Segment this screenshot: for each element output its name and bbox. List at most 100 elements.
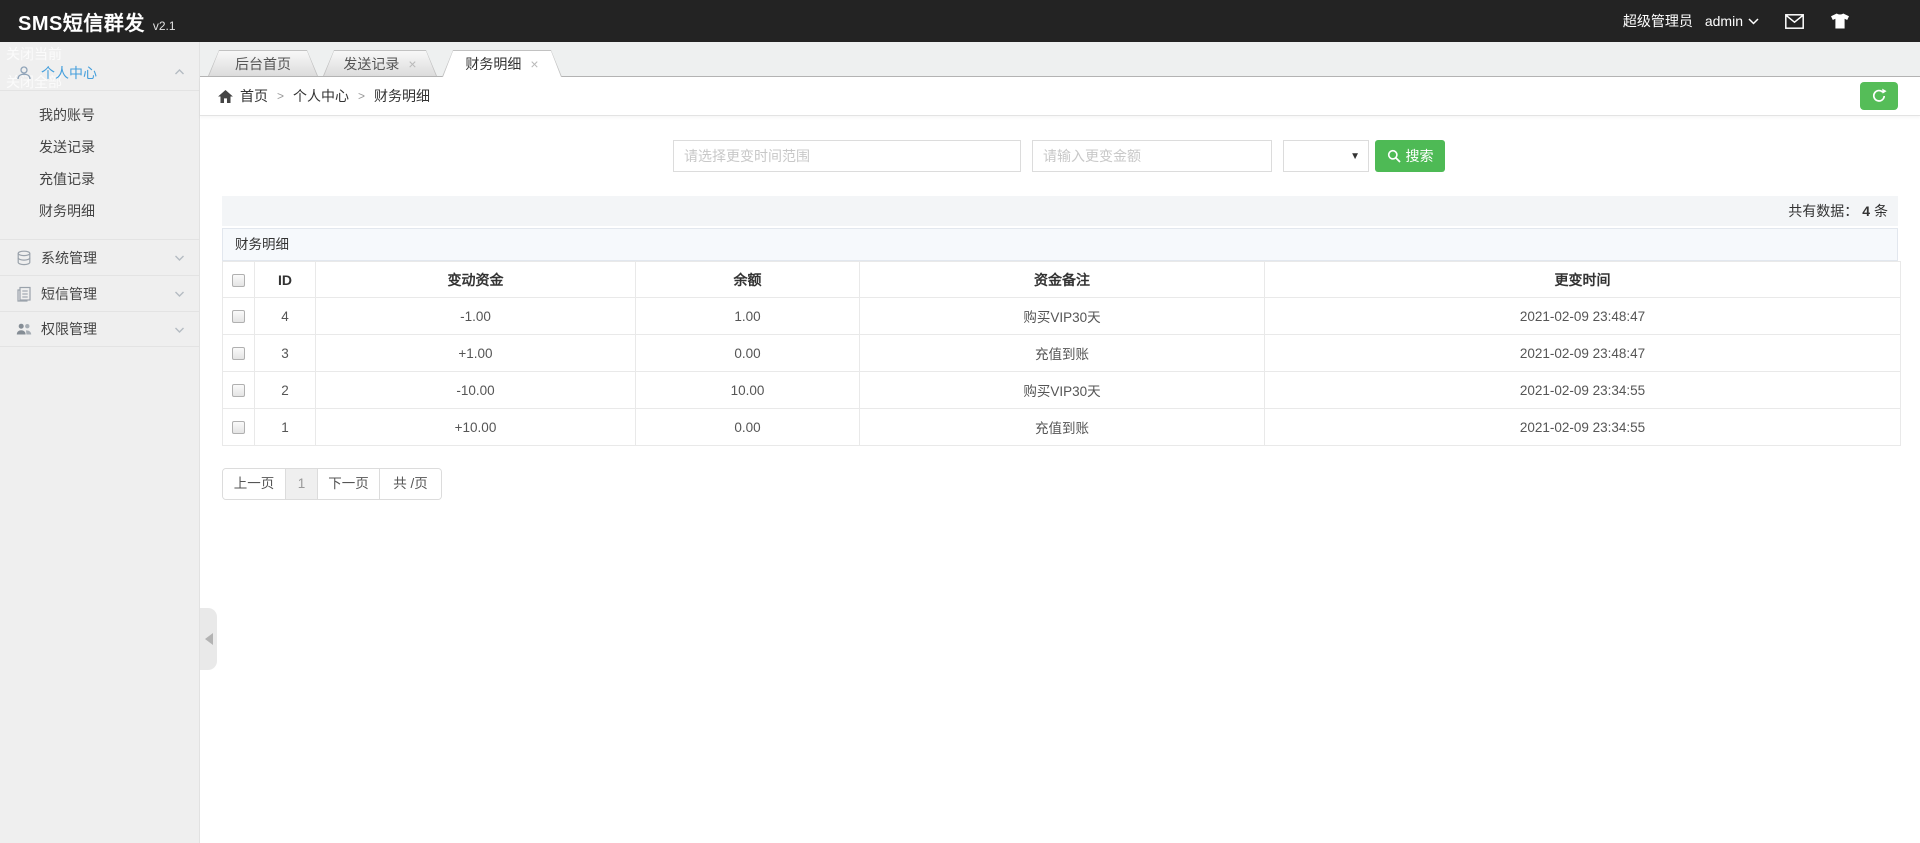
- arrow-left-icon: [204, 633, 213, 645]
- select-all-checkbox[interactable]: [232, 274, 245, 288]
- chevron-down-icon: [174, 288, 185, 299]
- header-checkbox-cell: [222, 261, 255, 298]
- document-icon: [16, 286, 32, 302]
- cell-balance: 0.00: [635, 408, 860, 446]
- total-count-unit: 条: [1874, 203, 1888, 219]
- sidebar-group-sms-manage[interactable]: 短信管理: [0, 275, 199, 311]
- sidebar-submenu-personal: 我的账号 发送记录 充值记录 财务明细: [0, 91, 199, 239]
- breadcrumb-level1[interactable]: 个人中心: [293, 86, 349, 106]
- sidebar-item-finance-detail[interactable]: 财务明细: [0, 195, 199, 227]
- sidebar-group-label: 短信管理: [41, 285, 97, 302]
- column-header-time: 更变时间: [1264, 261, 1901, 298]
- tab-backend-home[interactable]: 后台首页: [208, 50, 318, 76]
- sidebar-collapse-handle[interactable]: [200, 608, 217, 670]
- content: 后台首页 发送记录 × 财务明细 × 首页 > 个人中心 > 财务明细 请选择更…: [200, 42, 1920, 843]
- chevron-up-icon: [174, 67, 185, 78]
- refresh-button[interactable]: [1860, 82, 1898, 110]
- person-icon: [16, 65, 32, 81]
- tab-label: 财务明细: [465, 56, 522, 72]
- amount-input[interactable]: [1032, 140, 1272, 172]
- breadcrumb-separator: >: [358, 89, 366, 103]
- cell-time: 2021-02-09 23:34:55: [1264, 408, 1901, 446]
- column-header-id: ID: [254, 261, 316, 298]
- cell-balance: 10.00: [635, 371, 860, 409]
- search-button[interactable]: 搜索: [1375, 140, 1445, 172]
- theme-shirt-icon[interactable]: [1830, 13, 1850, 29]
- cell-change: -10.00: [315, 371, 636, 409]
- sidebar-item-recharge-records[interactable]: 充值记录: [0, 163, 199, 195]
- app-title: SMS短信群发: [18, 12, 145, 35]
- home-icon: [218, 89, 233, 103]
- sidebar: 关闭当前 关闭全部 个人中心 我的账号 发送记录 充值记录 财务明细 系统管理 …: [0, 42, 200, 843]
- cell-change: -1.00: [315, 297, 636, 335]
- mail-icon[interactable]: [1785, 13, 1804, 29]
- cell-time: 2021-02-09 23:48:47: [1264, 297, 1901, 335]
- breadcrumb-level2: 财务明细: [374, 88, 431, 104]
- search-button-label: 搜索: [1405, 148, 1434, 164]
- app-version: v2.1: [152, 18, 176, 33]
- cell-remark: 购买VIP30天: [859, 297, 1265, 335]
- breadcrumb-home[interactable]: 首页: [240, 86, 268, 106]
- sidebar-group-system-manage[interactable]: 系统管理: [0, 239, 199, 275]
- prev-page-button[interactable]: 上一页: [223, 469, 285, 499]
- cell-remark: 充值到账: [859, 408, 1265, 446]
- total-count-strip: 共有数据： 4 条: [222, 196, 1898, 226]
- username-label: admin: [1704, 13, 1743, 29]
- tab-bar: 后台首页 发送记录 × 财务明细 ×: [200, 42, 1920, 77]
- close-icon[interactable]: ×: [408, 57, 416, 71]
- tab-label: 发送记录: [343, 55, 400, 72]
- cell-id: 3: [254, 334, 316, 372]
- user-role-label: 超级管理员: [1622, 13, 1693, 29]
- app-brand: SMS短信群发 v2.1: [18, 7, 176, 36]
- row-checkbox[interactable]: [232, 421, 245, 435]
- table-header-row: ID 变动资金 余额 资金备注 更变时间: [222, 261, 1901, 298]
- users-icon: [16, 321, 32, 337]
- body: 关闭当前 关闭全部 个人中心 我的账号 发送记录 充值记录 财务明细 系统管理 …: [0, 42, 1920, 843]
- cell-balance: 0.00: [635, 334, 860, 372]
- breadcrumb-bar: 首页 > 个人中心 > 财务明细: [200, 77, 1920, 116]
- chevron-down-icon: [1748, 18, 1759, 25]
- total-count-value: 4: [1862, 203, 1870, 219]
- cell-id: 4: [254, 297, 316, 335]
- table-row: 4 -1.00 1.00 购买VIP30天 2021-02-09 23:48:4…: [222, 297, 1901, 335]
- next-page-button[interactable]: 下一页: [317, 469, 379, 499]
- sidebar-item-my-account[interactable]: 我的账号: [0, 99, 199, 131]
- total-pages-label: 共 /页: [379, 469, 441, 499]
- sidebar-group-permission-manage[interactable]: 权限管理: [0, 311, 199, 347]
- close-icon[interactable]: ×: [530, 57, 538, 71]
- select-arrow-icon: ▼: [1350, 150, 1360, 162]
- row-checkbox[interactable]: [232, 347, 245, 361]
- pagination: 上一页 1 下一页 共 /页: [222, 468, 442, 500]
- table-row: 1 +10.00 0.00 充值到账 2021-02-09 23:34:55: [222, 408, 1901, 446]
- cell-id: 2: [254, 371, 316, 409]
- column-header-balance: 余额: [635, 261, 860, 298]
- cell-time: 2021-02-09 23:34:55: [1264, 371, 1901, 409]
- tab-label: 后台首页: [235, 55, 291, 72]
- tab-send-records[interactable]: 发送记录 ×: [323, 50, 437, 76]
- page: SMS短信群发 v2.1 超级管理员 admin 关闭当前 关闭全部 个人中心 …: [0, 0, 1920, 843]
- breadcrumb-separator: >: [277, 89, 285, 103]
- sidebar-group-personal-center[interactable]: 个人中心: [0, 55, 199, 91]
- cell-remark: 充值到账: [859, 334, 1265, 372]
- refresh-icon: [1872, 88, 1887, 102]
- cell-remark: 购买VIP30天: [859, 371, 1265, 409]
- filter-toolbar: ▼ 搜索: [673, 140, 1898, 172]
- time-range-input[interactable]: [673, 140, 1021, 172]
- cell-time: 2021-02-09 23:48:47: [1264, 334, 1901, 372]
- top-header-bar: SMS短信群发 v2.1 超级管理员 admin: [0, 0, 1920, 42]
- finance-table: ID 变动资金 余额 资金备注 更变时间 4 -1.00 1.00 购买VIP3…: [222, 261, 1901, 446]
- row-checkbox[interactable]: [232, 384, 245, 398]
- topbar-right: 超级管理员 admin: [1623, 11, 1850, 31]
- table-row: 3 +1.00 0.00 充值到账 2021-02-09 23:48:47: [222, 334, 1901, 372]
- sidebar-nav: 个人中心 我的账号 发送记录 充值记录 财务明细 系统管理 短信管理 权限管理: [0, 42, 199, 347]
- row-checkbox[interactable]: [232, 310, 245, 324]
- user-menu[interactable]: admin: [1705, 13, 1759, 29]
- column-header-remark: 资金备注: [859, 261, 1265, 298]
- type-select[interactable]: ▼: [1283, 140, 1369, 172]
- cell-id: 1: [254, 408, 316, 446]
- current-page-indicator[interactable]: 1: [285, 469, 317, 499]
- sidebar-item-send-records[interactable]: 发送记录: [0, 131, 199, 163]
- cell-change: +1.00: [315, 334, 636, 372]
- tab-finance-detail[interactable]: 财务明细 ×: [442, 50, 562, 77]
- database-icon: [16, 250, 32, 266]
